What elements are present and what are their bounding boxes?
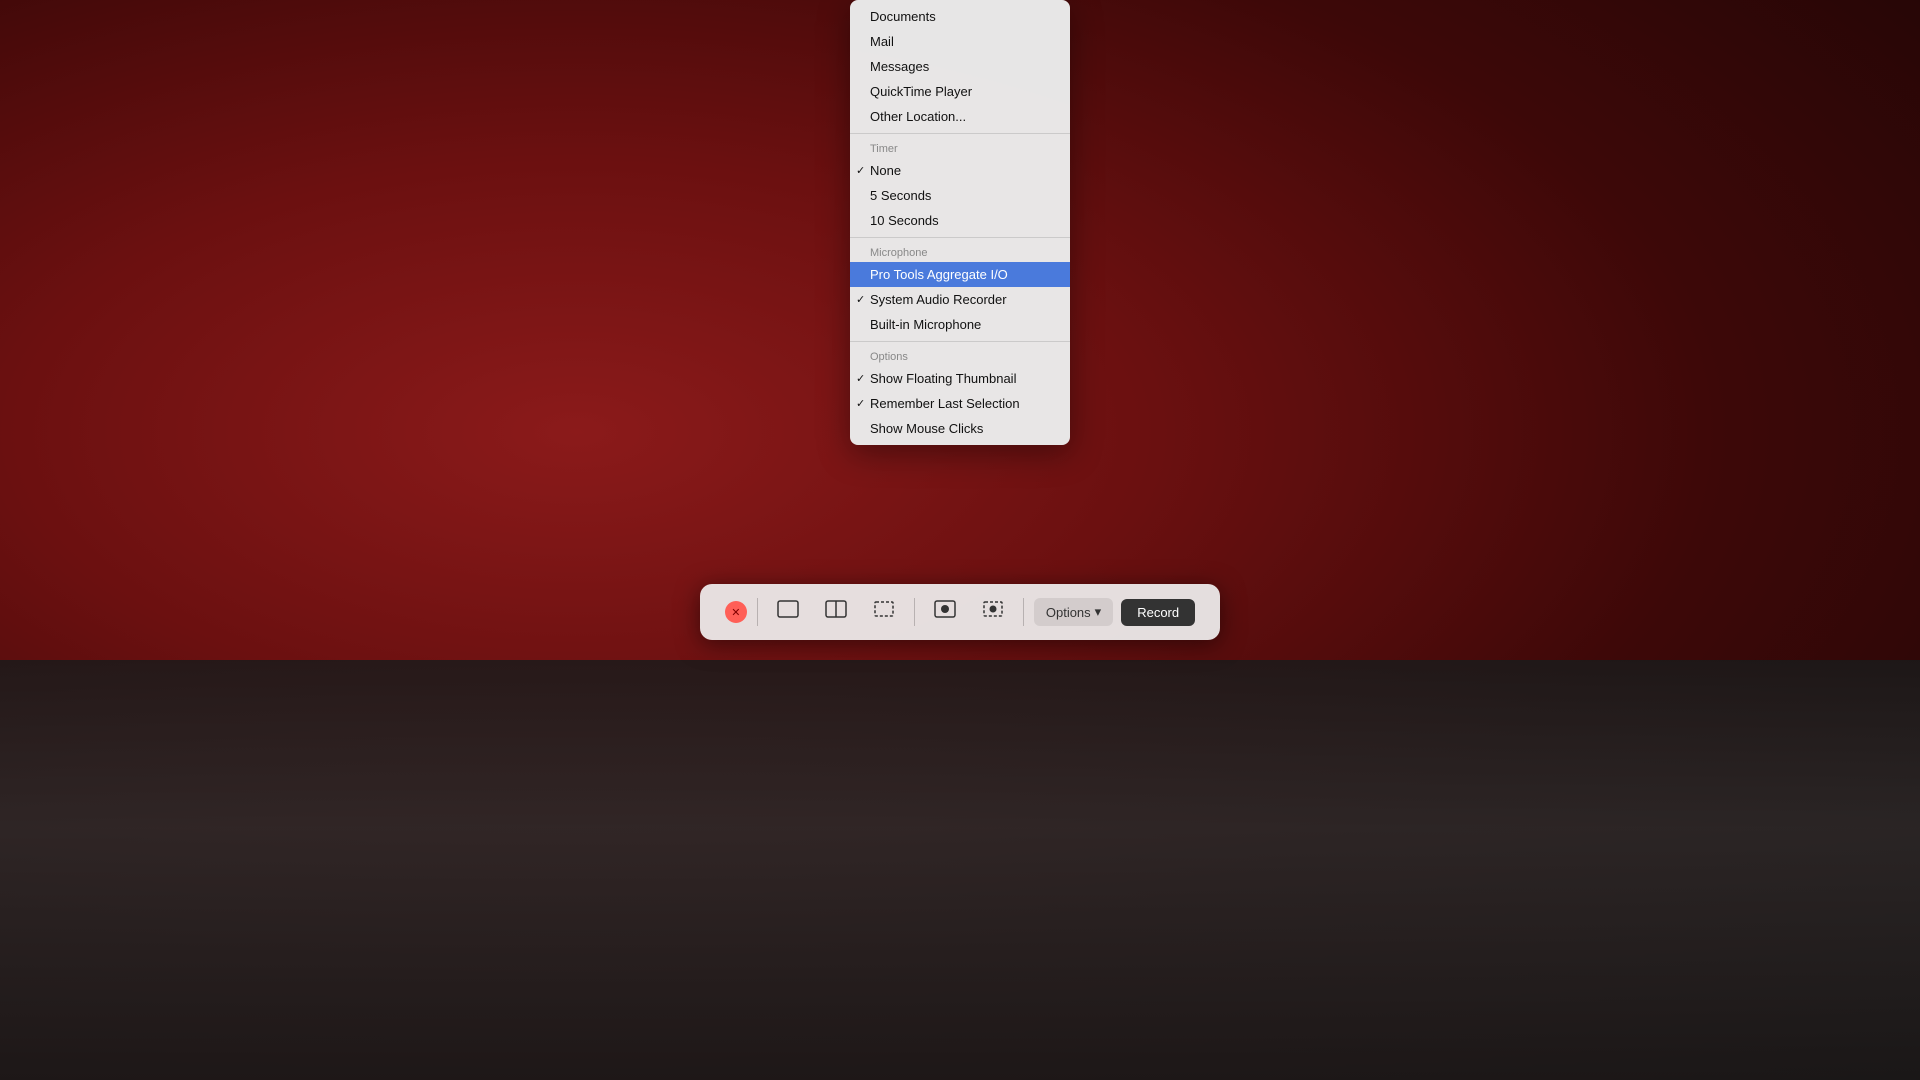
separator-1	[850, 133, 1070, 134]
menu-item-show-mouse-clicks-label: Show Mouse Clicks	[870, 421, 983, 436]
menu-item-quicktime-label: QuickTime Player	[870, 84, 972, 99]
menu-item-system-audio[interactable]: ✓ System Audio Recorder	[850, 287, 1070, 312]
options-button[interactable]: Options ▾	[1034, 598, 1113, 626]
dropdown-menu: Documents Mail Messages QuickTime Player…	[850, 0, 1070, 445]
divider-2	[914, 598, 915, 626]
record-button[interactable]: Record	[1121, 599, 1195, 626]
checkmark-none: ✓	[856, 164, 865, 177]
menu-item-remember-last-label: Remember Last Selection	[870, 396, 1020, 411]
menu-item-floating-thumbnail[interactable]: ✓ Show Floating Thumbnail	[850, 366, 1070, 391]
menu-item-system-audio-label: System Audio Recorder	[870, 292, 1007, 307]
section-label-timer: Timer	[850, 138, 1070, 158]
menu-item-5-seconds-label: 5 Seconds	[870, 188, 931, 203]
keyboard-area	[0, 660, 1920, 1080]
close-button[interactable]: ✕	[725, 601, 747, 623]
menu-item-documents[interactable]: Documents	[850, 4, 1070, 29]
menu-item-built-in-mic[interactable]: Built-in Microphone	[850, 312, 1070, 337]
record-screen-icon	[934, 600, 956, 624]
close-icon: ✕	[731, 606, 740, 619]
menu-item-floating-thumbnail-label: Show Floating Thumbnail	[870, 371, 1016, 386]
menu-item-show-mouse-clicks[interactable]: Show Mouse Clicks	[850, 416, 1070, 441]
separator-2	[850, 237, 1070, 238]
menu-item-none-label: None	[870, 163, 901, 178]
capture-window-icon	[777, 600, 799, 624]
divider-1	[757, 598, 758, 626]
menu-item-10-seconds-label: 10 Seconds	[870, 213, 939, 228]
menu-item-other-location[interactable]: Other Location...	[850, 104, 1070, 129]
menu-item-messages-label: Messages	[870, 59, 929, 74]
capture-window-button[interactable]	[768, 592, 808, 632]
separator-3	[850, 341, 1070, 342]
menu-item-mail[interactable]: Mail	[850, 29, 1070, 54]
menu-item-pro-tools[interactable]: Pro Tools Aggregate I/O	[850, 262, 1070, 287]
options-chevron-icon: ▾	[1095, 604, 1102, 620]
menu-item-none[interactable]: ✓ None	[850, 158, 1070, 183]
record-selection-icon	[982, 600, 1004, 624]
record-label: Record	[1137, 605, 1179, 620]
capture-selection-button[interactable]	[864, 592, 904, 632]
menu-item-messages[interactable]: Messages	[850, 54, 1070, 79]
options-label: Options	[1046, 605, 1091, 620]
record-screen-button[interactable]	[925, 592, 965, 632]
menu-item-10-seconds[interactable]: 10 Seconds	[850, 208, 1070, 233]
menu-item-other-location-label: Other Location...	[870, 109, 966, 124]
capture-window-split-icon	[825, 600, 847, 624]
capture-window-split-button[interactable]	[816, 592, 856, 632]
divider-3	[1023, 598, 1024, 626]
checkmark-floating-thumbnail: ✓	[856, 372, 865, 385]
menu-item-quicktime[interactable]: QuickTime Player	[850, 79, 1070, 104]
menu-item-documents-label: Documents	[870, 9, 936, 24]
section-label-options: Options	[850, 346, 1070, 366]
checkmark-system-audio: ✓	[856, 293, 865, 306]
menu-item-remember-last[interactable]: ✓ Remember Last Selection	[850, 391, 1070, 416]
section-label-microphone: Microphone	[850, 242, 1070, 262]
menu-item-mail-label: Mail	[870, 34, 894, 49]
menu-item-built-in-mic-label: Built-in Microphone	[870, 317, 981, 332]
menu-item-pro-tools-label: Pro Tools Aggregate I/O	[870, 267, 1008, 282]
record-selection-button[interactable]	[973, 592, 1013, 632]
capture-selection-icon	[873, 600, 895, 624]
menu-item-5-seconds[interactable]: 5 Seconds	[850, 183, 1070, 208]
toolbar: ✕	[700, 584, 1220, 640]
checkmark-remember-last: ✓	[856, 397, 865, 410]
